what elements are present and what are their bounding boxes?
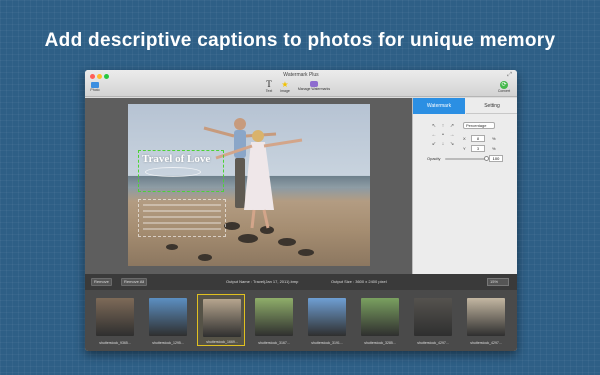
y-offset-field[interactable]: 3 bbox=[471, 145, 485, 152]
rock bbox=[198, 254, 212, 261]
image-button-label: Image bbox=[280, 89, 290, 93]
watermark-title-text[interactable]: Travel of Love bbox=[142, 153, 210, 165]
thumbnail-label: shutterstock_3167... bbox=[258, 341, 290, 345]
position-grid: ↖ ↑ ↗ ← • → ↙ ↓ ↘ bbox=[430, 122, 456, 148]
thumbnail-image bbox=[149, 298, 187, 336]
thumbnail-image bbox=[361, 298, 399, 336]
convert-icon: ⟳ bbox=[500, 81, 508, 89]
x-percent-label: % bbox=[492, 136, 496, 141]
zoom-value: 15% bbox=[490, 279, 499, 284]
y-label: Y bbox=[463, 146, 466, 151]
settings-panel: Watermark Setting ↖ ↑ ↗ ← • → ↙ ↓ ↘ Perc… bbox=[412, 98, 517, 274]
arrow-up-icon[interactable]: ↑ bbox=[439, 122, 447, 130]
convert-button[interactable]: ⟳ Convert bbox=[497, 81, 511, 93]
arrow-right-icon[interactable]: → bbox=[448, 131, 456, 139]
rock bbox=[238, 234, 258, 243]
manage-watermarks-label: Manage Watermarks bbox=[297, 87, 331, 91]
thumbnail-item[interactable]: shutterstock_4297... bbox=[409, 294, 457, 346]
thumbnail-item[interactable]: shutterstock_3191... bbox=[303, 294, 351, 346]
ornament-icon bbox=[145, 167, 201, 177]
output-size-text: Output Size : 3600 x 2400 pixel bbox=[331, 279, 387, 284]
thumbnail-item[interactable]: shutterstock_9365... bbox=[91, 294, 139, 346]
y-offset-row: Y 3 % bbox=[463, 145, 496, 152]
opacity-field[interactable]: 100 bbox=[489, 155, 503, 162]
caption-line bbox=[143, 210, 221, 212]
thumbnail-image bbox=[255, 298, 293, 336]
remove-button[interactable]: Remove bbox=[91, 278, 112, 286]
tab-setting[interactable]: Setting bbox=[466, 98, 517, 114]
rock bbox=[166, 244, 178, 250]
output-name-text: Output Name : Travel(Jan 17, 2011).bmp bbox=[226, 279, 299, 284]
thumbnail-item[interactable]: shutterstock_3167... bbox=[250, 294, 298, 346]
rock bbox=[298, 249, 314, 256]
x-label: X bbox=[463, 136, 466, 141]
preview-photo: Travel of Love bbox=[128, 104, 370, 266]
zoom-select[interactable]: 15% bbox=[487, 278, 509, 286]
preview-canvas: Travel of Love bbox=[85, 98, 412, 274]
remove-all-button[interactable]: Remove All bbox=[121, 278, 148, 286]
x-offset-field[interactable]: 8 bbox=[471, 135, 485, 142]
arrow-top-left-icon[interactable]: ↖ bbox=[430, 122, 438, 130]
thumbnail-item[interactable]: shutterstock_1295... bbox=[144, 294, 192, 346]
thumbnail-item[interactable]: shutterstock_1669... bbox=[197, 294, 245, 346]
photo-button-label: Photo bbox=[90, 88, 100, 92]
text-button[interactable]: T Text bbox=[263, 79, 275, 94]
thumbnail-label: shutterstock_9365... bbox=[99, 341, 131, 345]
convert-button-label: Convert bbox=[497, 89, 511, 93]
center-icon[interactable]: • bbox=[439, 131, 447, 139]
rock bbox=[278, 238, 296, 246]
thumbnail-label: shutterstock_1669... bbox=[206, 340, 238, 344]
title-bar: Watermark Plus ⤢ Photo T Text ★ Image Ma… bbox=[85, 70, 517, 97]
thumbnail-image bbox=[308, 298, 346, 336]
arrow-down-icon[interactable]: ↓ bbox=[439, 140, 447, 148]
thumbnail-item[interactable]: shutterstock_3285... bbox=[356, 294, 404, 346]
position-unit-select[interactable]: Percentage bbox=[463, 122, 495, 129]
thumbnail-item[interactable]: shutterstock_4297... bbox=[462, 294, 510, 346]
caption-text-box[interactable] bbox=[138, 199, 226, 237]
thumbnail-label: shutterstock_3191... bbox=[311, 341, 343, 345]
thumbnail-strip: shutterstock_9365... shutterstock_1295...… bbox=[85, 290, 517, 351]
output-bar: Remove Remove All Output Name : Travel(J… bbox=[85, 274, 517, 290]
opacity-label: Opacity bbox=[427, 156, 441, 161]
arrow-bottom-left-icon[interactable]: ↙ bbox=[430, 140, 438, 148]
image-button[interactable]: ★ Image bbox=[279, 80, 291, 94]
thumbnail-image bbox=[96, 298, 134, 336]
thumbnail-label: shutterstock_1295... bbox=[152, 341, 184, 345]
caption-line bbox=[143, 216, 221, 218]
app-window: Watermark Plus ⤢ Photo T Text ★ Image Ma… bbox=[85, 70, 517, 351]
arrow-left-icon[interactable]: ← bbox=[430, 131, 438, 139]
thumbnail-label: shutterstock_4297... bbox=[417, 341, 449, 345]
caption-line bbox=[143, 228, 221, 230]
opacity-slider[interactable] bbox=[445, 156, 489, 161]
fullscreen-icon[interactable]: ⤢ bbox=[507, 72, 512, 79]
caption-line bbox=[143, 222, 221, 224]
thumbnail-image bbox=[414, 298, 452, 336]
photo-button[interactable]: Photo bbox=[88, 82, 102, 92]
arrow-top-right-icon[interactable]: ↗ bbox=[448, 122, 456, 130]
thumbnail-label: shutterstock_3285... bbox=[364, 341, 396, 345]
x-offset-row: X 8 % bbox=[463, 135, 496, 142]
text-button-label: Text bbox=[265, 89, 273, 93]
tab-watermark[interactable]: Watermark bbox=[413, 98, 465, 114]
position-unit-value: Percentage bbox=[466, 123, 487, 128]
manage-watermarks-button[interactable]: Manage Watermarks bbox=[294, 81, 334, 91]
arrow-bottom-right-icon[interactable]: ↘ bbox=[448, 140, 456, 148]
star-image-icon: ★ bbox=[281, 80, 289, 89]
y-percent-label: % bbox=[492, 146, 496, 151]
thumbnail-image bbox=[467, 298, 505, 336]
text-icon: T bbox=[266, 79, 272, 89]
window-title: Watermark Plus bbox=[283, 72, 319, 78]
thumbnail-label: shutterstock_4297... bbox=[470, 341, 502, 345]
promo-headline: Add descriptive captions to photos for u… bbox=[44, 30, 556, 51]
caption-line bbox=[143, 204, 221, 206]
thumbnail-image bbox=[203, 299, 241, 337]
